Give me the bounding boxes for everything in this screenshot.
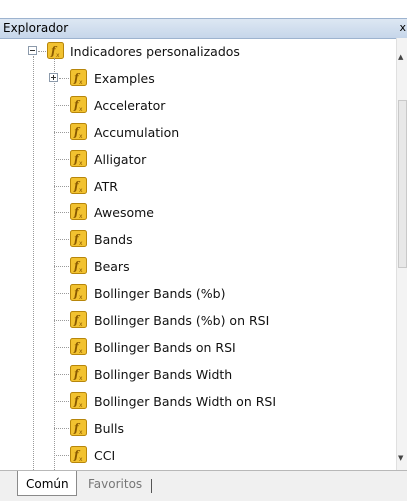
tree-node-item[interactable]: f x Bears — [0, 254, 396, 280]
tree-node-item[interactable]: f x ATR — [0, 174, 396, 200]
expand-toggle-icon[interactable] — [49, 72, 58, 82]
tree-node-item[interactable]: f x Awesome — [0, 200, 396, 226]
tree-node-label: CCI — [94, 447, 116, 463]
vertical-scrollbar[interactable]: ▲ ▼ — [396, 38, 407, 470]
tab-bar: Común Favoritos — [0, 470, 407, 501]
tree-node-item[interactable]: f x Examples — [0, 66, 396, 92]
tree-node-item[interactable]: f x Bollinger Bands Width — [0, 362, 396, 388]
tree-node-item[interactable]: f x Bulls — [0, 416, 396, 442]
fx-indicator-icon: fx — [70, 418, 87, 436]
fx-indicator-icon: fx — [70, 337, 87, 355]
svg-text:x: x — [79, 267, 83, 274]
fx-indicator-icon: fx — [70, 364, 87, 382]
fx-indicator-icon: fx — [70, 203, 87, 221]
scrollbar-thumb[interactable] — [398, 100, 407, 268]
tree-node-label: Bears — [94, 259, 130, 275]
tree-node-root[interactable]: f x Indicadores personalizados — [0, 39, 396, 65]
fx-indicator-icon: fx — [70, 122, 87, 140]
tree-node-label: ATR — [94, 178, 118, 194]
svg-text:x: x — [79, 213, 83, 220]
tree-node-label: Bulls — [94, 420, 124, 436]
tree-node-label: Alligator — [94, 151, 147, 167]
tree-node-item[interactable]: f x Alligator — [0, 147, 396, 173]
fx-indicator-icon: fx — [70, 284, 87, 302]
fx-indicator-icon: fx — [70, 149, 87, 167]
fx-indicator-icon: fx — [70, 391, 87, 409]
tree-node-item[interactable]: f x Bollinger Bands Width on RSI — [0, 389, 396, 415]
tree-node-item[interactable]: f x Accumulation — [0, 120, 396, 146]
scroll-down-arrow-icon[interactable]: ▼ — [398, 454, 403, 462]
fx-indicator-icon: fx — [70, 364, 87, 382]
tree-node-item[interactable]: f x Bollinger Bands (%b) — [0, 281, 396, 307]
tree-node-label: Bollinger Bands (%b) — [94, 286, 226, 302]
tree-node-item[interactable]: f x Accelerator — [0, 93, 396, 119]
svg-text:x: x — [79, 348, 83, 355]
tree-node-label: Accelerator — [94, 97, 166, 113]
fx-indicator-icon: fx — [70, 311, 87, 328]
fx-indicator-icon: fx — [70, 284, 87, 302]
indicator-tree: f x Indicadores personalizados f x Examples f x… — [0, 38, 396, 470]
fx-indicator-icon: fx — [70, 203, 87, 221]
tree-node-label: Bollinger Bands Width — [94, 366, 233, 382]
svg-text:x: x — [79, 294, 83, 301]
panel-titlebar: Explorador x — [0, 18, 407, 39]
tab-comun-label: Común — [26, 477, 69, 491]
collapse-toggle-icon[interactable] — [28, 46, 37, 55]
navigator-panel: Explorador x f x Indicadores personalizado… — [0, 0, 407, 501]
svg-text:x: x — [56, 52, 60, 59]
tree-node-label: Bollinger Bands Width on RSI — [94, 393, 277, 409]
tab-separator — [151, 479, 152, 493]
close-icon[interactable]: x — [399, 21, 406, 34]
tree-node-label: Awesome — [94, 205, 154, 221]
fx-indicator-icon: fx — [70, 95, 87, 113]
fx-indicator-icon: fx — [70, 149, 87, 167]
fx-indicator-icon: fx — [70, 418, 87, 436]
tree-node-label: Bollinger Bands on RSI — [94, 339, 236, 355]
tab-favoritos[interactable]: Favoritos — [88, 477, 142, 501]
fx-indicator-icon: fx — [70, 176, 87, 194]
fx-indicator-icon: fx — [70, 122, 87, 140]
tree-node-item[interactable]: f x CCI — [0, 443, 396, 469]
fx-indicator-icon: fx — [70, 391, 87, 409]
svg-text:x: x — [79, 375, 83, 382]
svg-text:x: x — [79, 160, 83, 167]
tree-node-label: Examples — [94, 70, 155, 86]
scroll-up-arrow-icon[interactable]: ▲ — [398, 53, 403, 61]
fx-indicator-icon: fx — [47, 42, 64, 59]
svg-text:x: x — [79, 240, 83, 247]
fx-indicator-icon: fx — [47, 42, 64, 59]
svg-text:x: x — [79, 402, 83, 409]
fx-indicator-icon: fx — [70, 257, 87, 275]
tree-node-label: Bollinger Bands (%b) on RSI — [94, 313, 270, 328]
fx-indicator-icon: fx — [70, 445, 87, 463]
fx-indicator-icon: fx — [70, 95, 87, 113]
tree-node-item[interactable]: f x Bands — [0, 227, 396, 253]
fx-indicator-icon: fx — [70, 445, 87, 463]
tree-node-item[interactable]: f x Bollinger Bands on RSI — [0, 335, 396, 361]
svg-text:x: x — [79, 133, 83, 140]
tree-node-label: Indicadores personalizados — [70, 44, 240, 59]
svg-text:x: x — [79, 79, 83, 86]
svg-text:x: x — [79, 429, 83, 436]
fx-indicator-icon: fx — [70, 230, 87, 248]
fx-indicator-icon: fx — [70, 311, 87, 328]
svg-text:x: x — [79, 106, 83, 113]
svg-text:x: x — [79, 456, 83, 463]
tree-node-label: Accumulation — [94, 124, 180, 140]
fx-indicator-icon: fx — [70, 337, 87, 355]
svg-text:x: x — [79, 321, 83, 328]
svg-text:x: x — [79, 187, 83, 194]
tab-comun[interactable]: Común — [17, 471, 77, 496]
fx-indicator-icon: fx — [70, 230, 87, 248]
panel-title: Explorador — [3, 21, 69, 35]
tree-node-label: Bands — [94, 232, 133, 248]
tree-node-item[interactable]: f x Bollinger Bands (%b) on RSI — [0, 308, 396, 334]
fx-indicator-icon: fx — [70, 176, 87, 194]
fx-indicator-icon: fx — [70, 68, 87, 86]
fx-indicator-icon: fx — [70, 68, 87, 86]
fx-indicator-icon: fx — [70, 257, 87, 275]
